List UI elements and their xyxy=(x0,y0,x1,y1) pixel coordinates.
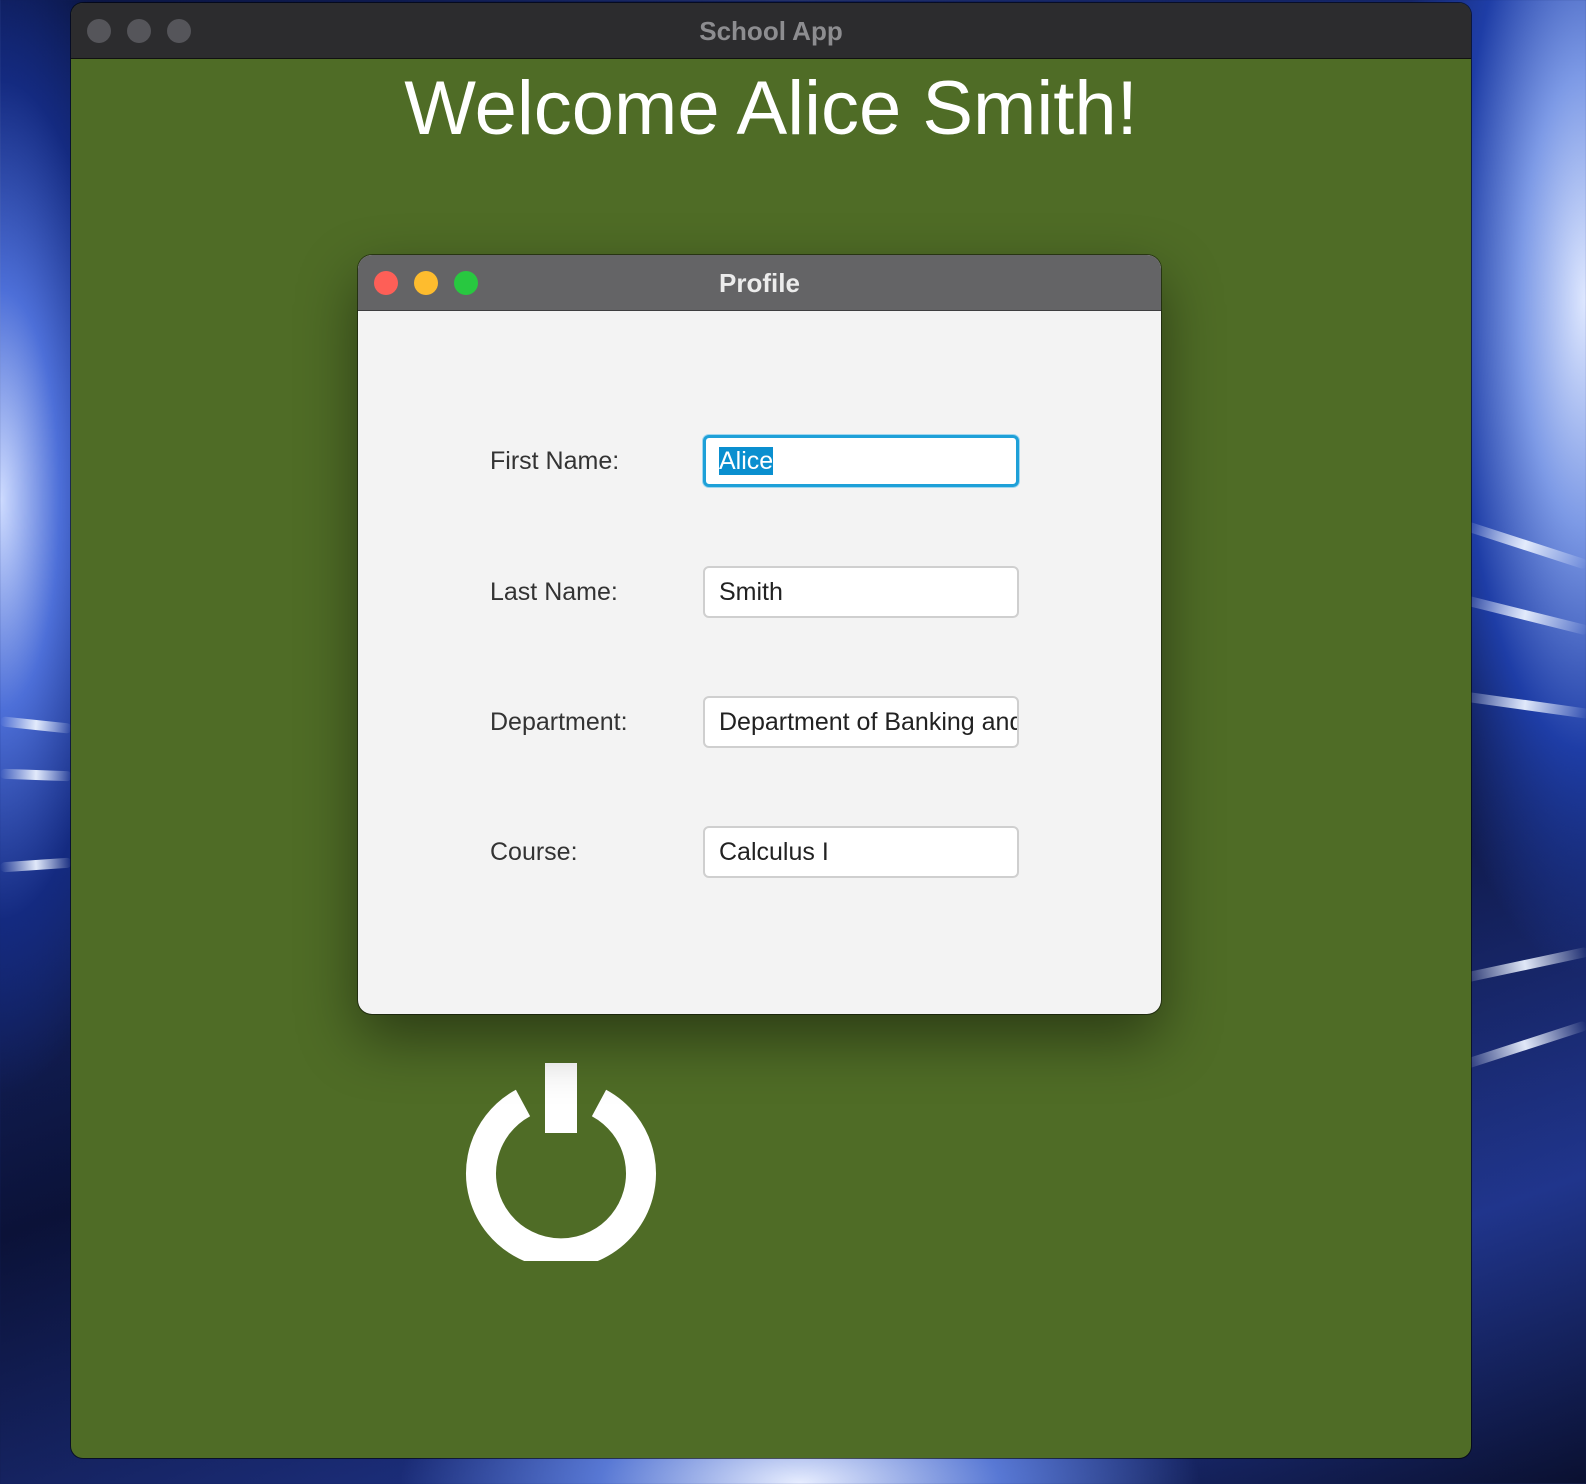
wallpaper-streak xyxy=(1460,946,1586,984)
wallpaper-streak xyxy=(1460,594,1586,636)
window-title: School App xyxy=(699,16,843,46)
last-name-field[interactable]: Smith xyxy=(703,566,1019,618)
last-name-label: Last Name: xyxy=(490,578,618,606)
wallpaper-streak xyxy=(0,716,73,734)
first-name-label: First Name: xyxy=(490,447,620,475)
department-label: Department: xyxy=(490,708,628,736)
main-titlebar[interactable]: School App xyxy=(71,3,1471,59)
course-label: Course: xyxy=(490,838,578,866)
wallpaper-streak xyxy=(0,768,73,782)
first-name-field[interactable]: Alice xyxy=(703,435,1019,487)
dialog-titlebar[interactable]: Profile xyxy=(358,255,1161,311)
department-field[interactable]: Department of Banking and xyxy=(703,696,1019,748)
wallpaper-streak xyxy=(1461,520,1586,570)
power-icon[interactable] xyxy=(461,1061,661,1261)
wallpaper-streak xyxy=(0,857,73,873)
wallpaper-streak xyxy=(1461,1020,1586,1070)
profile-dialog: Profile First Name: Alice Last Name: Smi… xyxy=(358,255,1161,1014)
welcome-heading: Welcome Alice Smith! xyxy=(404,66,1138,151)
wallpaper-streak xyxy=(1459,691,1586,719)
course-field[interactable]: Calculus I xyxy=(703,826,1019,878)
first-name-value: Alice xyxy=(719,447,774,475)
dialog-title: Profile xyxy=(719,268,800,298)
